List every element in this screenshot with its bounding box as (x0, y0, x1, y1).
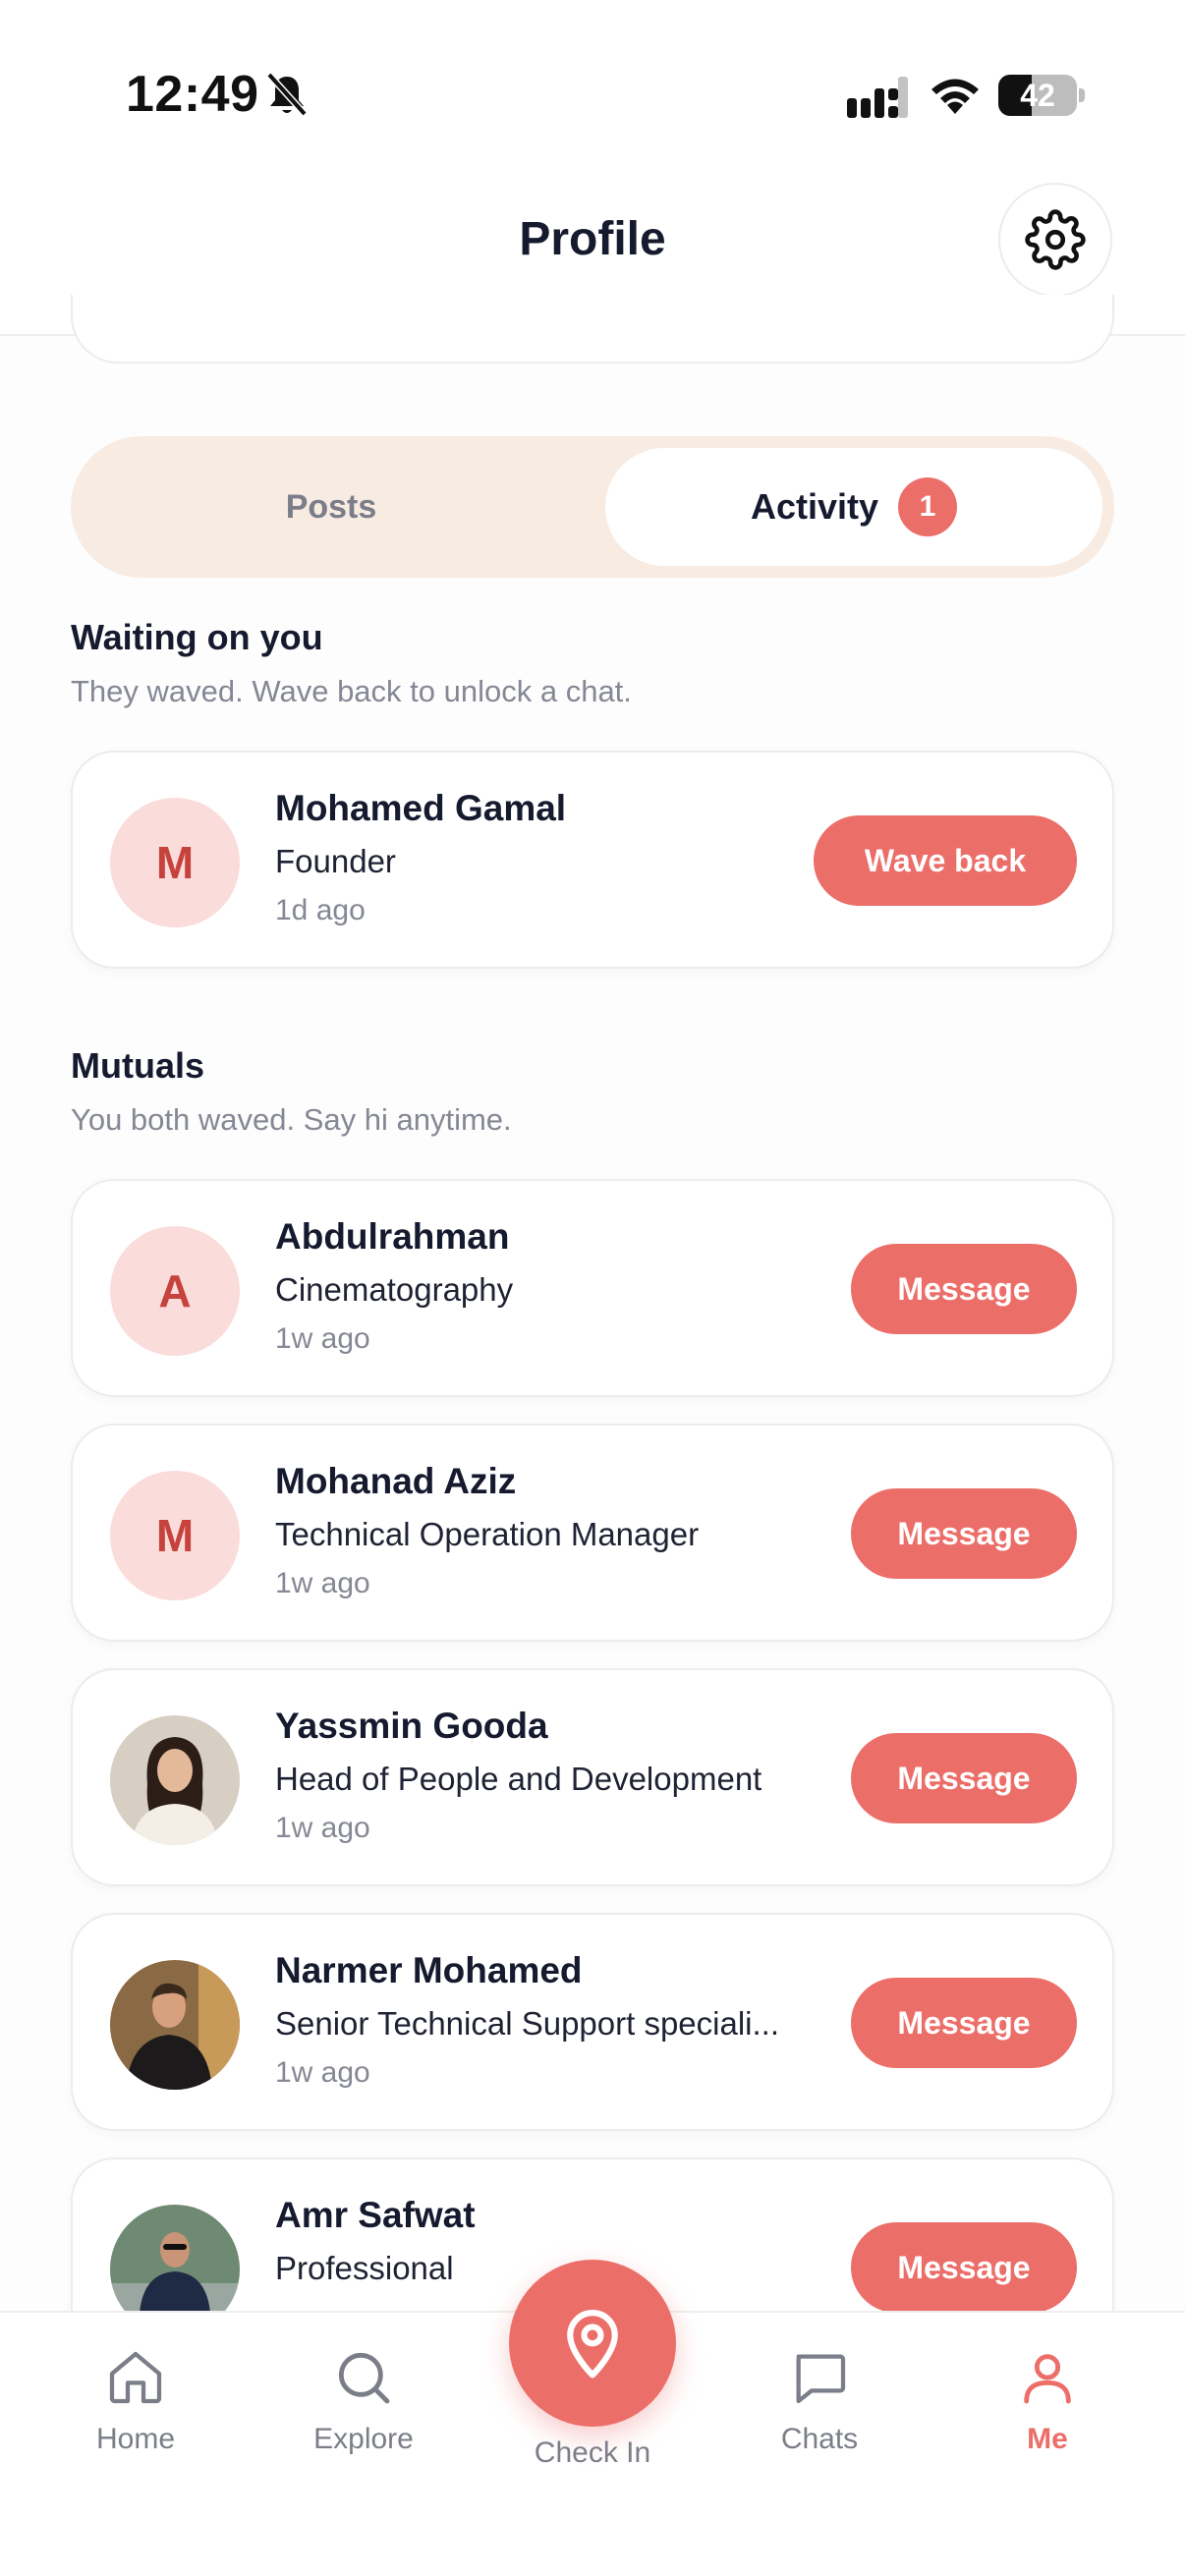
settings-button[interactable] (998, 183, 1112, 297)
check-in-label: Check In (534, 2436, 651, 2469)
profile-card-edge (71, 295, 1114, 364)
message-button[interactable]: Message (851, 2222, 1077, 2313)
nav-me-label: Me (1027, 2423, 1068, 2455)
person-name: Narmer Mohamed (275, 1950, 583, 1990)
chat-icon (796, 2354, 846, 2404)
mutuals-section-title: Mutuals (71, 1045, 205, 1086)
person-name: Amr Safwat (275, 2195, 476, 2235)
nav-me[interactable]: Me (959, 2346, 1136, 2456)
wifi-icon (931, 79, 979, 114)
location-pin-icon (567, 2310, 618, 2379)
mutuals-section-subtitle: You both waved. Say hi anytime. (71, 1102, 512, 1137)
message-button[interactable]: Message (851, 1488, 1077, 1579)
avatar-photo (110, 1960, 240, 2090)
waiting-section-title: Waiting on you (71, 617, 323, 657)
activity-time: 1d ago (275, 894, 366, 926)
activity-time: 1w ago (275, 1812, 370, 1844)
person-role: Professional (275, 2250, 454, 2286)
person-name: Mohanad Aziz (275, 1461, 517, 1501)
nav-explore[interactable]: Explore (275, 2346, 452, 2456)
search-icon (338, 2352, 390, 2404)
person-name: Mohamed Gamal (275, 788, 567, 828)
message-button[interactable]: Message (851, 1244, 1077, 1334)
avatar: M (110, 1471, 240, 1600)
home-icon (109, 2351, 162, 2404)
person-role: Head of People and Development (275, 1761, 762, 1797)
waiting-card: M Mohamed Gamal Founder 1d ago Wave back (71, 751, 1114, 969)
person-role: Senior Technical Support speciali... (275, 2005, 780, 2042)
nav-home-label: Home (95, 2423, 176, 2455)
activity-time: 1w ago (275, 1567, 370, 1599)
nav-chats-label: Chats (780, 2423, 859, 2455)
wave-back-button[interactable]: Wave back (814, 815, 1077, 906)
nav-explore-label: Explore (313, 2423, 414, 2455)
tab-activity[interactable]: Activity 1 (605, 448, 1102, 566)
activity-time: 1w ago (275, 2056, 370, 2089)
person-photo-icon (110, 1715, 240, 1845)
tab-posts[interactable]: Posts (71, 436, 592, 578)
battery-indicator: 42 (998, 75, 1077, 116)
person-photo-icon (110, 1960, 240, 2090)
avatar-photo (110, 1715, 240, 1845)
status-bar: 12:49 42 (0, 0, 1185, 177)
user-icon (1024, 2354, 1071, 2404)
activity-time: 1w ago (275, 1322, 370, 1355)
person-role: Founder (275, 843, 396, 879)
person-name: Abdulrahman (275, 1216, 510, 1257)
mutual-card: A Abdulrahman Cinematography 1w ago Mess… (71, 1179, 1114, 1397)
battery-percent: 42 (1020, 77, 1055, 113)
profile-tabs: Posts Activity 1 (71, 436, 1114, 578)
waiting-section-subtitle: They waved. Wave back to unlock a chat. (71, 674, 632, 708)
mutual-card: Narmer Mohamed Senior Technical Support … (71, 1913, 1114, 2131)
check-in-button[interactable] (509, 2260, 676, 2427)
mutual-card: Yassmin Gooda Head of People and Develop… (71, 1668, 1114, 1886)
activity-count-badge: 1 (898, 477, 958, 536)
person-name: Yassmin Gooda (275, 1706, 548, 1746)
avatar: M (110, 798, 240, 927)
person-role: Cinematography (275, 1271, 514, 1308)
cellular-signal-icon (847, 77, 908, 118)
message-button[interactable]: Message (851, 1733, 1077, 1823)
bell-muted-icon (266, 72, 308, 117)
status-time: 12:49 (126, 66, 259, 123)
message-button[interactable]: Message (851, 1978, 1077, 2068)
nav-home[interactable]: Home (47, 2346, 224, 2456)
gear-icon (1025, 209, 1086, 270)
person-role: Technical Operation Manager (275, 1516, 700, 1552)
battery-tip (1079, 88, 1085, 102)
mutual-card: M Mohanad Aziz Technical Operation Manag… (71, 1424, 1114, 1642)
nav-chats[interactable]: Chats (731, 2346, 908, 2456)
avatar: A (110, 1226, 240, 1356)
tab-activity-label: Activity (750, 486, 879, 527)
